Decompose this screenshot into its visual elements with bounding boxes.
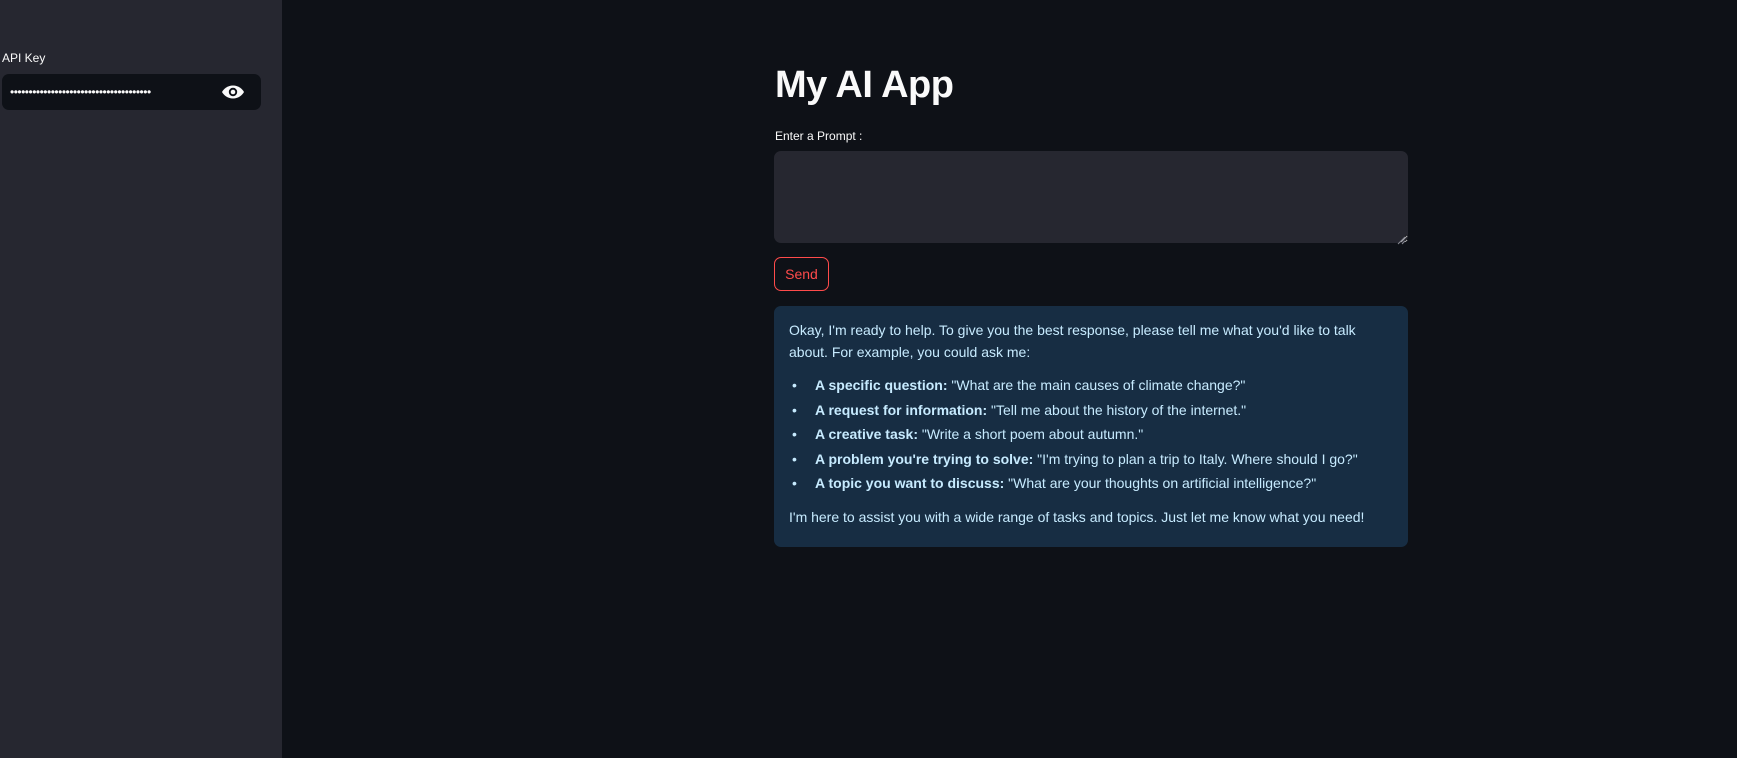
bullet: • (792, 450, 797, 467)
prompt-label: Enter a Prompt : (775, 129, 863, 143)
item-label: A problem you're trying to solve: (815, 450, 1034, 467)
item-label: A creative task: (815, 426, 918, 442)
bullet: • (792, 377, 797, 393)
item-label: A request for information: (815, 401, 988, 418)
bullet: • (792, 401, 797, 418)
bullet: • (792, 426, 797, 442)
bullet: • (792, 475, 797, 491)
response-intro: Okay, I'm ready to help. To give you the… (789, 322, 1356, 360)
send-button[interactable]: Send (774, 257, 829, 291)
response-outro: I'm here to assist you with a wide range… (789, 508, 1365, 525)
item-text: "What are your thoughts on artificial in… (1004, 475, 1317, 491)
item-label: A specific question: (815, 377, 948, 393)
list-item: • A topic you want to discuss: "What are… (792, 471, 1393, 496)
api-key-label: API Key (2, 51, 46, 65)
page-title: My AI App (775, 64, 954, 106)
list-item: • A request for information: "Tell me ab… (792, 398, 1393, 423)
item-text: "Write a short poem about autumn." (917, 426, 1144, 442)
resize-grip-icon[interactable] (1397, 232, 1406, 245)
item-text: "Tell me about the history of the intern… (987, 401, 1247, 418)
list-item: • A problem you're trying to solve: "I'm… (792, 447, 1393, 472)
list-item: • A specific question: "What are the mai… (792, 373, 1393, 398)
sidebar: API Key ••••••••••••••••••••••••••••••••… (0, 0, 282, 758)
list-item: • A creative task: "Write a short poem a… (792, 422, 1393, 447)
item-label: A topic you want to discuss: (815, 475, 1005, 491)
response-message: Okay, I'm ready to help. To give you the… (774, 306, 1408, 547)
item-text: "What are the main causes of climate cha… (947, 377, 1246, 393)
prompt-textarea[interactable] (774, 151, 1408, 243)
api-key-value: •••••••••••••••••••••••••••••••••••••• (10, 85, 151, 99)
suggestion-list: • A specific question: "What are the mai… (789, 373, 1393, 496)
api-key-input[interactable]: •••••••••••••••••••••••••••••••••••••• (2, 74, 261, 110)
eye-icon[interactable] (220, 83, 246, 101)
item-text: "I'm trying to plan a trip to Italy. Whe… (1033, 450, 1358, 467)
